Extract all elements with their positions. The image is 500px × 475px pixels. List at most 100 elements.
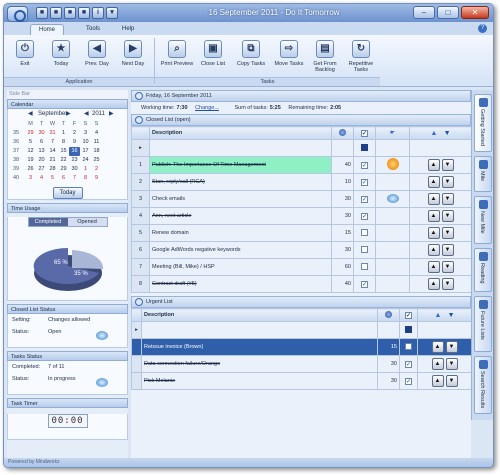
task-row[interactable]: 7 Meeting (Bill, Mike) / HSP 60 ▲ ▼	[131, 258, 472, 276]
qat-button-icon[interactable]: ■	[64, 7, 76, 19]
tab-home[interactable]: Home	[30, 24, 65, 35]
calendar-day[interactable]: 13	[36, 147, 47, 156]
task-description[interactable]: Check emails	[149, 190, 332, 208]
calendar-day[interactable]: 30	[36, 129, 47, 138]
move-up-button[interactable]: ▲	[427, 159, 440, 171]
task-description[interactable]: Ann, next article	[149, 207, 332, 225]
move-down-button[interactable]: ▼	[441, 244, 454, 256]
urgent-task-done-checkbox[interactable]: ✓	[405, 377, 412, 385]
calendar-month[interactable]: September	[38, 109, 67, 120]
task-row[interactable]: 4 Ann, next article 30 ✓ ▲ ▼	[131, 207, 472, 225]
move-up-button[interactable]: ▲	[427, 244, 440, 256]
calendar-day[interactable]: 31	[47, 129, 58, 138]
calendar-day[interactable]: 23	[69, 156, 80, 165]
calendar-day[interactable]: 18	[91, 147, 102, 156]
task-minutes[interactable]: 15	[331, 224, 354, 242]
calendar-day[interactable]: 3	[80, 129, 91, 138]
time-usage-heading[interactable]: Time Usage	[7, 203, 128, 213]
calendar-day[interactable]: 4	[91, 129, 102, 138]
new-urgent-task-input[interactable]	[141, 321, 378, 339]
calendar-day[interactable]: 26	[25, 165, 36, 174]
urgent-task-minutes[interactable]: 30	[377, 372, 400, 390]
column-duration[interactable]	[377, 308, 400, 322]
repetitive-tasks-button[interactable]: ↻ Repetitive Tasks	[342, 38, 380, 74]
task-done-checkbox[interactable]: ✓	[361, 161, 368, 169]
minimize-button[interactable]: –	[413, 6, 435, 19]
task-done-checkbox[interactable]	[361, 228, 368, 236]
in-progress-icon[interactable]	[386, 158, 399, 170]
task-description[interactable]: Contract draft (#5)	[149, 275, 332, 293]
new-task-input[interactable]	[149, 139, 332, 157]
tab-future-lists[interactable]: Future Lists	[474, 296, 492, 352]
task-timer-heading[interactable]: Task Timer	[7, 398, 128, 408]
calendar-year[interactable]: 2011	[92, 109, 105, 120]
calendar-day[interactable]: 11	[91, 138, 102, 147]
calendar-day[interactable]: 3	[25, 174, 36, 183]
app-menu-button[interactable]	[7, 6, 28, 22]
copy-tasks-button[interactable]: ⧉ Copy Tasks	[232, 38, 270, 74]
calendar-day[interactable]: 5	[47, 174, 58, 183]
task-done-checkbox[interactable]	[361, 245, 368, 253]
calendar-day[interactable]: 2	[69, 129, 80, 138]
move-up-button[interactable]: ▲	[431, 341, 444, 353]
task-row[interactable]: 2 Stan, reply/call (RCA) 10 ✓ ▲ ▼	[131, 173, 472, 191]
task-done-checkbox[interactable]: ✓	[361, 195, 368, 203]
move-down-button[interactable]: ▼	[441, 176, 454, 188]
calendar-today-button[interactable]: Today	[52, 187, 83, 199]
close-button[interactable]: ✕	[461, 6, 489, 19]
calendar-day[interactable]: 2	[91, 165, 102, 174]
maximize-button[interactable]: □	[437, 6, 459, 19]
urgent-task-description[interactable]: Reissue invoice (Brown)	[141, 338, 378, 356]
task-done-checkbox[interactable]	[361, 262, 368, 270]
help-icon[interactable]: ?	[478, 24, 487, 33]
tab-search-results[interactable]: Search Results	[474, 356, 492, 414]
move-up-button[interactable]: ▲	[427, 176, 440, 188]
calendar-day[interactable]: 7	[69, 174, 80, 183]
get-from-backlog-button[interactable]: ▤ Get From Backlog	[306, 38, 344, 74]
task-minutes[interactable]: 40	[331, 156, 354, 174]
calendar-day[interactable]: 19	[25, 156, 36, 165]
calendar-day[interactable]: 12	[25, 147, 36, 156]
move-down-button[interactable]: ▼	[445, 358, 458, 370]
task-done-checkbox[interactable]: ✓	[361, 178, 368, 186]
prev-day-button[interactable]: ◀ Prev. Day	[78, 38, 116, 74]
calendar-day[interactable]: 17	[80, 147, 91, 156]
move-down-button[interactable]: ▼	[445, 341, 458, 353]
tab-mile[interactable]: Mile	[474, 156, 492, 192]
task-description[interactable]: Meeting (Bill, Mike) / HSP	[149, 258, 332, 276]
qat-button-icon[interactable]: ■	[36, 7, 48, 19]
calendar-day[interactable]: 1	[80, 165, 91, 174]
calendar-day[interactable]: 28	[47, 165, 58, 174]
urgent-task-description[interactable]: Pick Melanie	[141, 372, 378, 390]
new-task-row[interactable]: ▸	[131, 139, 472, 157]
task-done-checkbox[interactable]: ✓	[361, 280, 368, 288]
move-up-button[interactable]: ▲	[427, 193, 440, 205]
move-down-button[interactable]: ▼	[441, 261, 454, 273]
change-working-time-link[interactable]: Change...	[195, 105, 219, 111]
qat-button-icon[interactable]: ■	[50, 7, 62, 19]
new-urgent-task-row[interactable]: ▸	[131, 321, 472, 339]
move-down-button[interactable]: ▼	[441, 193, 454, 205]
tab-getting-started[interactable]: Getting Started	[474, 94, 492, 152]
urgent-task-row[interactable]: Data connection failure/Orange 30 ✓ ▲ ▼	[131, 355, 472, 373]
urgent-task-row[interactable]: Reissue invoice (Brown) 15 ▲ ▼	[131, 338, 472, 356]
next-year-icon[interactable]: ▶	[109, 109, 114, 120]
new-urgent-task-checkbox[interactable]	[405, 325, 412, 333]
prev-year-icon[interactable]: ◀	[84, 109, 89, 120]
calendar-day[interactable]: 7	[47, 138, 58, 147]
move-up-button[interactable]: ▲	[427, 278, 440, 290]
move-up-button[interactable]: ▲	[431, 375, 444, 387]
task-minutes[interactable]: 10	[331, 173, 354, 191]
task-row[interactable]: 8 Contract draft (#5) 40 ✓ ▲ ▼	[131, 275, 472, 293]
calendar-day[interactable]: 29	[58, 165, 69, 174]
tab-reading[interactable]: Reading	[474, 248, 492, 292]
task-row[interactable]: 3 Check emails 30 ✓ ▲ ▼	[131, 190, 472, 208]
exit-button[interactable]: ⏻ Exit	[6, 38, 44, 74]
task-row[interactable]: 6 Google AdWords negative keywords 30 ▲ ▼	[131, 241, 472, 259]
move-down-button[interactable]: ▼	[441, 227, 454, 239]
move-tasks-button[interactable]: ⇨ Move Tasks	[270, 38, 308, 74]
tab-tools[interactable]: Tools	[78, 24, 108, 35]
tab-new-mile[interactable]: New Mile	[474, 196, 492, 244]
column-duration[interactable]	[331, 126, 354, 140]
task-minutes[interactable]: 30	[331, 207, 354, 225]
